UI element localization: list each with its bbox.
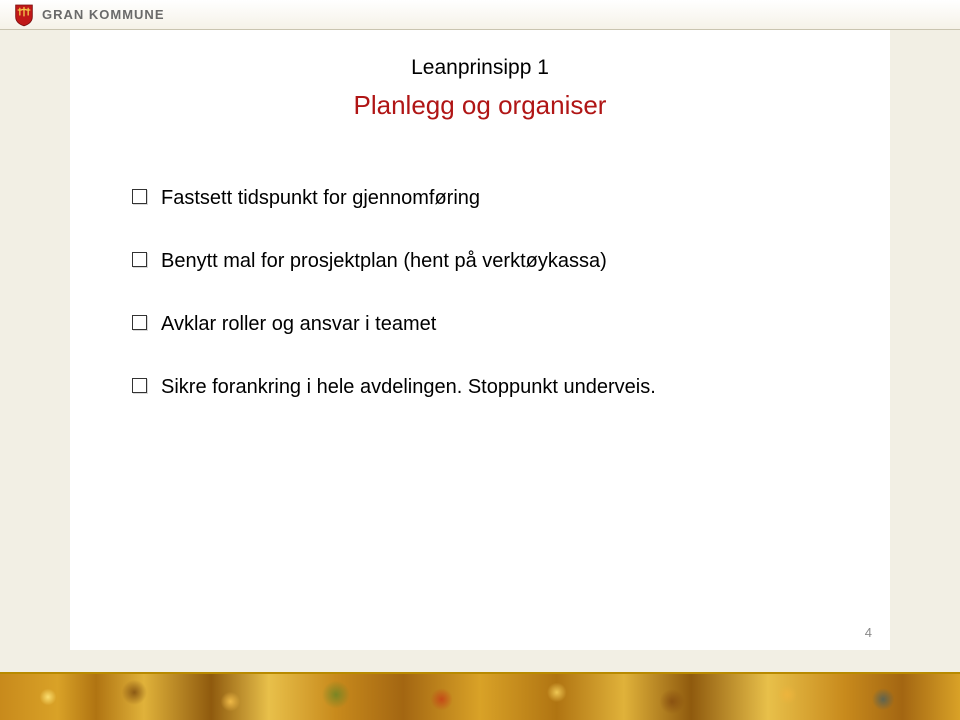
bullet-list: Fastsett tidspunkt for gjennomføring Ben… [132, 185, 822, 437]
municipality-shield-icon [14, 3, 34, 27]
slide-area: Leanprinsipp 1 Planlegg og organiser Fas… [70, 30, 890, 650]
list-item: Fastsett tidspunkt for gjennomføring [132, 185, 822, 212]
page-number: 4 [865, 625, 872, 640]
slide-overline: Leanprinsipp 1 [70, 56, 890, 80]
checkbox-icon [132, 189, 147, 204]
slide-title: Planlegg og organiser [70, 90, 890, 121]
header-bar: GRAN KOMMUNE [0, 0, 960, 30]
list-item: Sikre forankring i hele avdelingen. Stop… [132, 374, 822, 401]
decorative-footer-strip [0, 672, 960, 720]
bullet-text: Sikre forankring i hele avdelingen. Stop… [161, 374, 656, 401]
list-item: Benytt mal for prosjektplan (hent på ver… [132, 248, 822, 275]
list-item: Avklar roller og ansvar i teamet [132, 311, 822, 338]
bullet-text: Avklar roller og ansvar i teamet [161, 311, 436, 338]
checkbox-icon [132, 315, 147, 330]
checkbox-icon [132, 252, 147, 267]
bullet-text: Benytt mal for prosjektplan (hent på ver… [161, 248, 607, 275]
bullet-text: Fastsett tidspunkt for gjennomføring [161, 185, 480, 212]
brand-text: GRAN KOMMUNE [42, 7, 165, 22]
checkbox-icon [132, 378, 147, 393]
